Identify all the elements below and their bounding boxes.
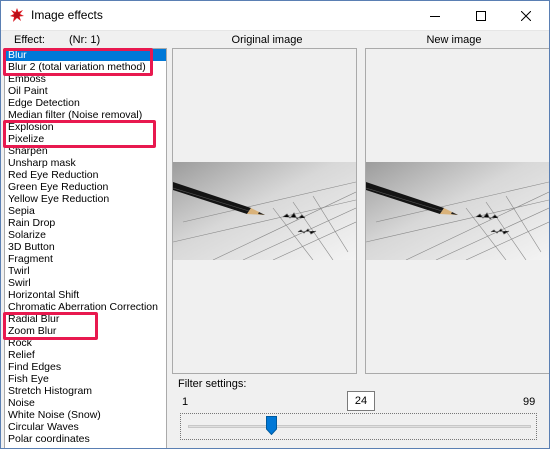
list-item[interactable]: Edge Detection: [5, 97, 166, 109]
original-image-preview: [173, 162, 356, 260]
new-image-pane: [365, 48, 549, 374]
close-icon: [521, 10, 531, 21]
list-item[interactable]: Stretch Histogram: [5, 385, 166, 397]
list-item[interactable]: Sepia: [5, 205, 166, 217]
list-item[interactable]: Yellow Eye Reduction: [5, 193, 166, 205]
list-item[interactable]: Oil Paint: [5, 85, 166, 97]
list-item[interactable]: Twirl: [5, 265, 166, 277]
slider-track: [188, 425, 531, 428]
original-image-label: Original image: [231, 34, 303, 46]
effect-label: Effect:: [14, 34, 45, 46]
list-item[interactable]: Find Edges: [5, 361, 166, 373]
image-effects-window: Image effects Effect: (Nr: 1) Original i…: [0, 0, 550, 449]
filter-value-field[interactable]: 24: [347, 391, 375, 411]
list-item[interactable]: Unsharp mask: [5, 157, 166, 169]
new-image-preview: [366, 162, 549, 260]
effect-label-text: Effect:: [14, 34, 45, 46]
list-item[interactable]: Red Eye Reduction: [5, 169, 166, 181]
list-item[interactable]: Horizontal Shift: [5, 289, 166, 301]
list-item[interactable]: Polar coordinates: [5, 433, 166, 445]
list-item[interactable]: 3D Button: [5, 241, 166, 253]
original-image-pane: [172, 48, 357, 374]
list-item[interactable]: Rain Drop: [5, 217, 166, 229]
list-item[interactable]: Fragment: [5, 253, 166, 265]
list-item[interactable]: White Noise (Snow): [5, 409, 166, 421]
effect-highlight-box: [3, 120, 156, 148]
maximize-button[interactable]: [458, 1, 504, 30]
slider-thumb[interactable]: [265, 416, 277, 435]
slider-min-label: 1: [182, 396, 189, 408]
effects-list[interactable]: Blur Blur 2 (total variation method) Embos…: [4, 48, 167, 448]
close-button[interactable]: [503, 1, 549, 30]
slider-max-label: 99: [523, 396, 536, 408]
paint-splash-icon: [10, 8, 24, 22]
minimize-icon: [430, 15, 440, 17]
filter-slider[interactable]: [180, 413, 537, 440]
effect-highlight-box: [3, 48, 153, 76]
list-item[interactable]: Relief: [5, 349, 166, 361]
title-bar: Image effects: [1, 1, 549, 31]
effect-highlight-box: [3, 312, 98, 340]
list-item[interactable]: Green Eye Reduction: [5, 181, 166, 193]
list-item[interactable]: Circular Waves: [5, 421, 166, 433]
minimize-button[interactable]: [412, 1, 458, 30]
list-item[interactable]: Solarize: [5, 229, 166, 241]
window-title: Image effects: [31, 8, 103, 22]
new-image-label: New image: [426, 34, 482, 46]
list-item[interactable]: Fish Eye: [5, 373, 166, 385]
effect-count: (Nr: 1): [69, 34, 101, 46]
maximize-icon: [476, 10, 486, 21]
filter-settings-label: Filter settings:: [178, 378, 247, 390]
list-item[interactable]: Swirl: [5, 277, 166, 289]
list-item[interactable]: Noise: [5, 397, 166, 409]
